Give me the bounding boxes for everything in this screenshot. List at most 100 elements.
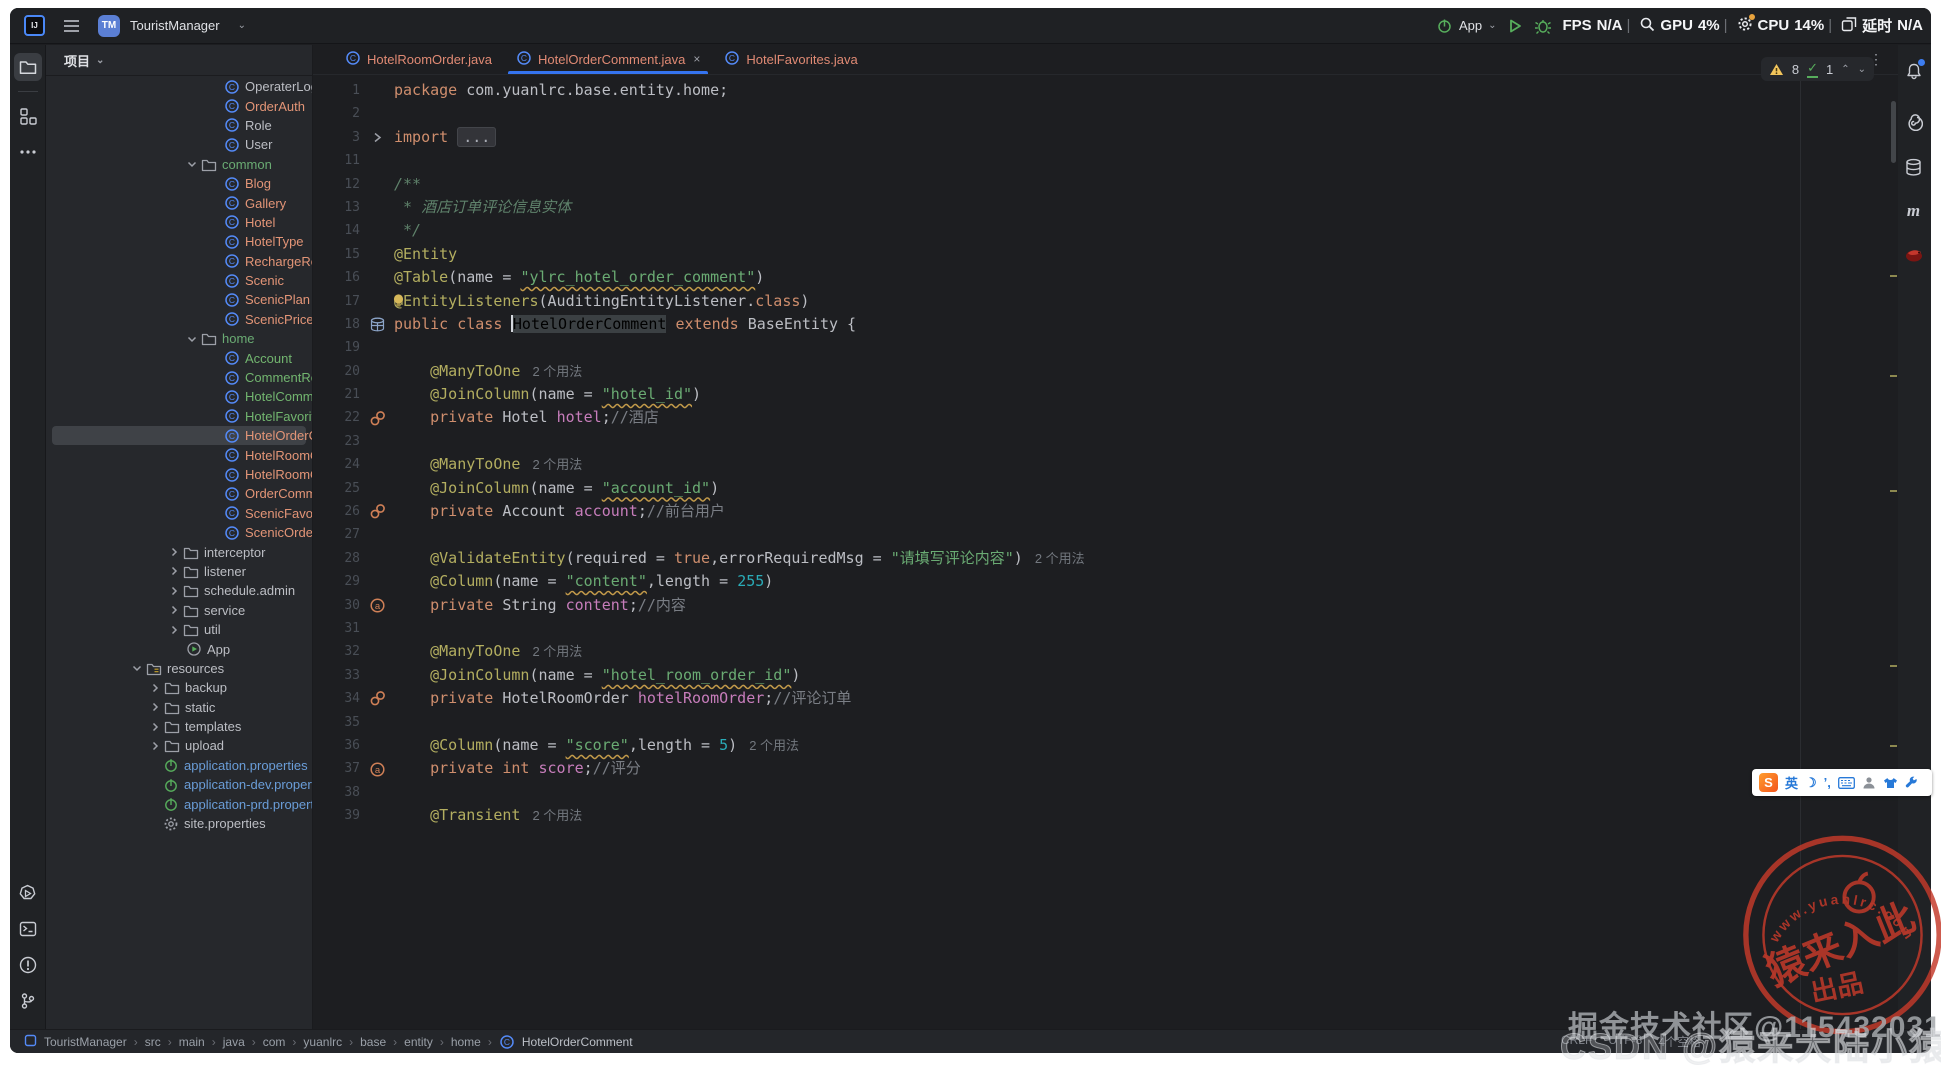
debug-button[interactable] <box>1534 17 1552 35</box>
tree-item-resources[interactable]: resources <box>46 659 312 678</box>
editor-tab-HotelFavorites.java[interactable]: C HotelFavorites.java <box>712 44 869 74</box>
stripe-mark[interactable] <box>1890 490 1897 492</box>
stripe-mark[interactable] <box>1890 745 1897 747</box>
code-line[interactable]: 22 private Hotel hotel;//酒店 <box>313 406 1898 429</box>
code-line[interactable]: 25 @JoinColumn(name = "account_id") <box>313 477 1898 500</box>
code-line[interactable]: 17 @EntityListeners(AuditingEntityListene… <box>313 290 1898 313</box>
breadcrumb-item[interactable]: src <box>145 1035 161 1049</box>
breadcrumb-item[interactable]: home <box>451 1035 481 1049</box>
project-tool-button[interactable] <box>13 53 42 81</box>
tree-item-HotelOrderComment[interactable]: C HotelOrderComment <box>46 426 312 446</box>
tree-item-application-dev.properties[interactable]: application-dev.properties <box>46 775 312 794</box>
tree-item-OrderComment[interactable]: C OrderComment <box>46 484 312 503</box>
chevron-closed-icon[interactable] <box>165 584 183 598</box>
code-line[interactable]: 12/** <box>313 173 1898 196</box>
tree-item-User[interactable]: C User <box>46 135 312 154</box>
code-line[interactable]: 21 @JoinColumn(name = "hotel_id") <box>313 383 1898 406</box>
tree-item-HotelFavorites[interactable]: C HotelFavorites <box>46 407 312 426</box>
run-configuration[interactable]: App ⌄ <box>1436 17 1496 34</box>
structure-tool-button[interactable] <box>14 102 42 130</box>
tree-item-RechargeRecord[interactable]: C RechargeRecord <box>46 252 312 271</box>
chevron-open-icon[interactable] <box>183 157 201 171</box>
code-line[interactable]: 31 <box>313 617 1898 640</box>
chevron-closed-icon[interactable] <box>165 545 183 559</box>
tree-item-HotelCommentReply[interactable]: C HotelCommentReply <box>46 387 312 406</box>
hamburger-menu-icon[interactable] <box>63 19 80 33</box>
notifications-bell-icon[interactable] <box>1900 57 1928 85</box>
tree-item-listener[interactable]: listener <box>46 562 312 581</box>
moon-mode-icon[interactable]: ☽ <box>1805 775 1817 791</box>
tree-item-Role[interactable]: C Role <box>46 116 312 135</box>
code-line[interactable]: 34 private HotelRoomOrder hotelRoomOrder… <box>313 687 1898 710</box>
tree-item-OperaterLog[interactable]: C OperaterLog <box>46 77 312 96</box>
stripe-mark[interactable] <box>1890 665 1897 667</box>
tree-item-static[interactable]: static <box>46 698 312 717</box>
tree-item-application-prd.properties[interactable]: application-prd.properties <box>46 794 312 813</box>
code-line[interactable]: 36 @Column(name = "score",length = 5) 2 个… <box>313 734 1898 757</box>
intention-bulb-icon[interactable] <box>391 293 406 316</box>
code-line[interactable]: 2 <box>313 102 1898 125</box>
tree-item-util[interactable]: util <box>46 620 312 639</box>
code-line[interactable]: 3 import ... <box>313 126 1898 149</box>
chevron-open-icon[interactable] <box>183 332 201 346</box>
editor-scrollbar[interactable] <box>1891 101 1896 163</box>
chevron-closed-icon[interactable] <box>146 739 164 753</box>
code-line[interactable]: 24 @ManyToOne 2 个用法 <box>313 453 1898 476</box>
next-problem-icon[interactable]: ⌄ <box>1858 64 1866 75</box>
code-line[interactable]: 20 @ManyToOne 2 个用法 <box>313 360 1898 383</box>
breadcrumb-item[interactable]: yuanlrc <box>303 1035 342 1049</box>
code-line[interactable]: 38 <box>313 781 1898 804</box>
tree-item-templates[interactable]: templates <box>46 717 312 736</box>
project-avatar[interactable]: TM <box>98 14 120 37</box>
database-tool-icon[interactable] <box>1900 153 1928 181</box>
chevron-down-icon[interactable]: ⌄ <box>238 20 246 31</box>
sogou-input-toolbar[interactable]: S 英 ☽ ’, <box>1752 769 1932 796</box>
code-line[interactable]: 33 @JoinColumn(name = "hotel_room_order_… <box>313 664 1898 687</box>
tree-item-HotelRoomOrderItem[interactable]: C HotelRoomOrderItem <box>46 465 312 484</box>
prev-problem-icon[interactable]: ⌃ <box>1841 64 1849 75</box>
keyboard-icon[interactable] <box>1837 776 1855 789</box>
chevron-closed-icon[interactable] <box>165 623 183 637</box>
problems-tool-button[interactable] <box>14 951 42 979</box>
code-line[interactable]: 18 public class HotelOrderComment extends… <box>313 313 1898 336</box>
gutter-attr-icon[interactable]: a <box>360 757 394 780</box>
intellij-logo-icon[interactable]: IJ <box>24 15 45 36</box>
punctuation-icon[interactable]: ’, <box>1824 775 1831 790</box>
chevron-closed-icon[interactable] <box>146 681 164 695</box>
code-line[interactable]: 19 <box>313 336 1898 359</box>
tree-item-App[interactable]: App <box>46 639 312 658</box>
tree-item-ScenicOrder[interactable]: C ScenicOrder <box>46 523 312 542</box>
skin-tshirt-icon[interactable] <box>1883 777 1898 789</box>
tree-item-interceptor[interactable]: interceptor <box>46 542 312 561</box>
tree-item-ScenicPlan[interactable]: C ScenicPlan <box>46 290 312 309</box>
breadcrumb-item[interactable]: base <box>360 1035 386 1049</box>
close-icon[interactable]: × <box>693 52 700 66</box>
tree-item-Blog[interactable]: C Blog <box>46 174 312 193</box>
tree-item-OrderAuth[interactable]: C OrderAuth <box>46 96 312 115</box>
run-tool-button[interactable] <box>14 879 42 907</box>
run-button[interactable] <box>1506 17 1524 35</box>
language-mode-icon[interactable]: 英 <box>1785 773 1798 792</box>
maven-tool-icon[interactable]: m <box>1900 197 1928 225</box>
tree-item-Hotel[interactable]: C Hotel <box>46 213 312 232</box>
code-line[interactable]: 1 package com.yuanlrc.base.entity.home; <box>313 79 1898 102</box>
tree-item-CommentReply[interactable]: C CommentReply <box>46 368 312 387</box>
breadcrumb-item[interactable]: main <box>179 1035 205 1049</box>
tree-item-home[interactable]: home <box>46 329 312 348</box>
gutter-bean-icon[interactable] <box>360 687 394 710</box>
inspections-widget[interactable]: 8 ✓ 1 ⌃ ⌄ <box>1760 57 1874 81</box>
tree-item-common[interactable]: common <box>46 155 312 174</box>
breadcrumb-item[interactable]: com <box>263 1035 286 1049</box>
plugin-tool-icon[interactable] <box>1900 241 1928 269</box>
user-icon[interactable] <box>1862 776 1876 789</box>
chevron-closed-icon[interactable] <box>165 564 183 578</box>
code-line[interactable]: 14 */ <box>313 219 1898 242</box>
tree-item-service[interactable]: service <box>46 601 312 620</box>
ai-assistant-icon[interactable] <box>1900 107 1928 135</box>
code-line[interactable]: 39 @Transient 2 个用法 <box>313 804 1898 827</box>
editor-tab-HotelOrderComment.java[interactable]: C HotelOrderComment.java × <box>504 44 712 74</box>
code-line[interactable]: 23 <box>313 430 1898 453</box>
code-line[interactable]: 29 @Column(name = "content",length = 255… <box>313 570 1898 593</box>
tree-item-application.properties[interactable]: application.properties <box>46 756 312 775</box>
code-line[interactable]: 30 a private String content;//内容 <box>313 594 1898 617</box>
